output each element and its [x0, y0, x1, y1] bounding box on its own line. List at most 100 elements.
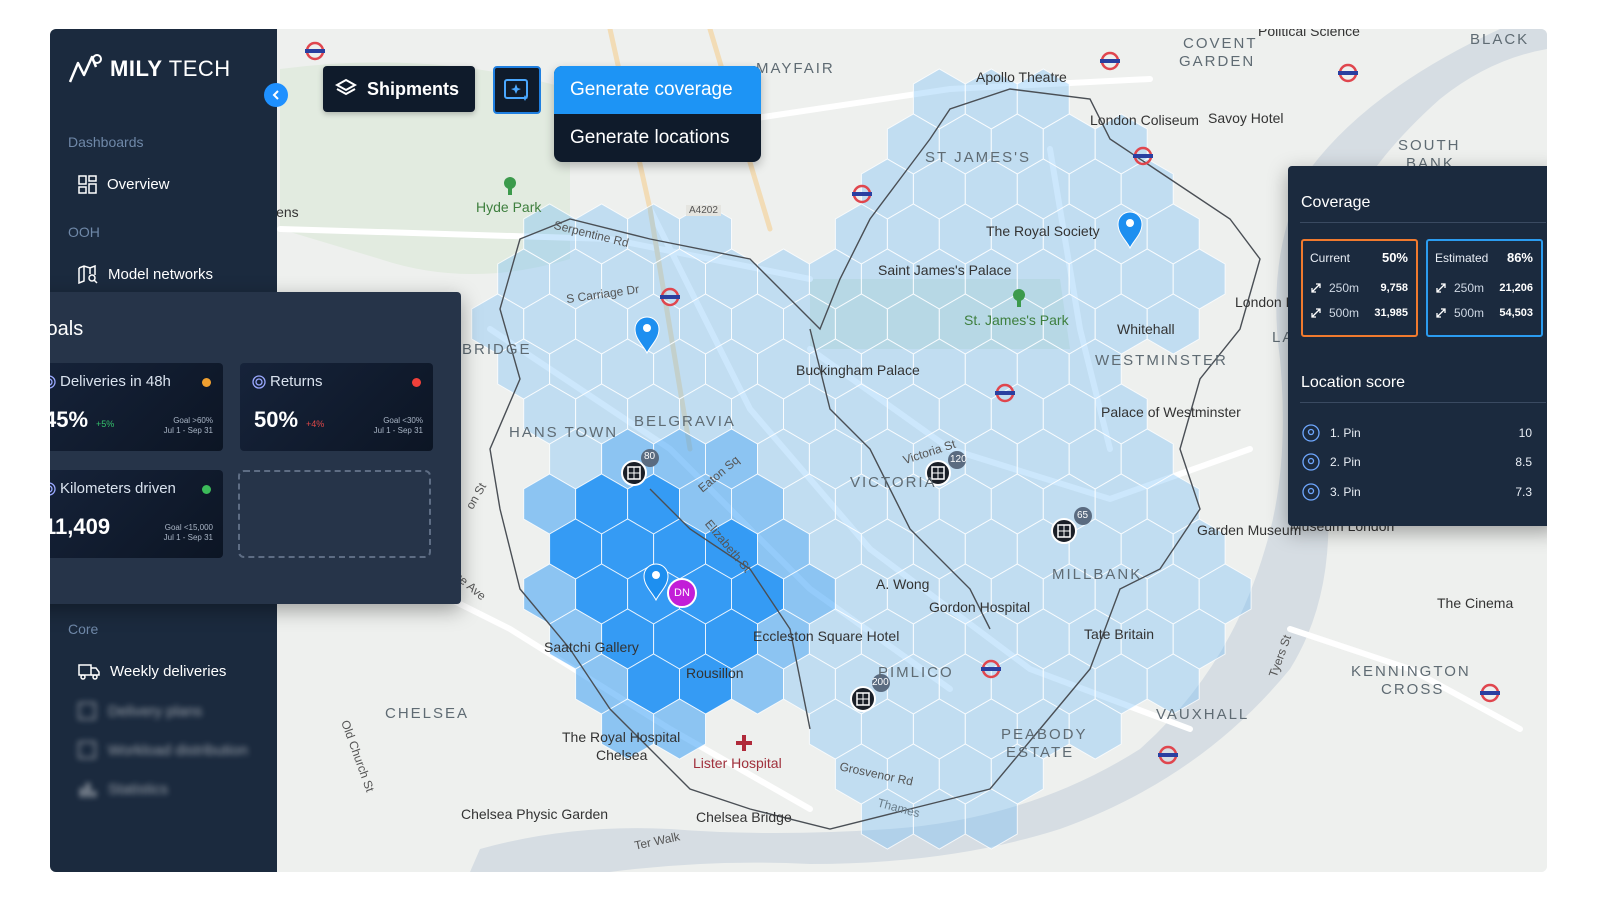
map-label-estate: ESTATE	[1006, 744, 1075, 761]
cluster-count: 65	[1077, 510, 1089, 521]
goal-card-delta: +5%	[96, 419, 115, 429]
sidebar-item-overview[interactable]: Overview	[78, 175, 170, 194]
cluster-count: 80	[644, 451, 656, 462]
sidebar-item-model-networks[interactable]: Model networks	[78, 265, 213, 284]
map-poi-chelsea-physic-garden: Chelsea Physic Garden	[461, 806, 609, 822]
brand-name-bold: MILY	[110, 56, 163, 81]
shipments-button[interactable]: Shipments	[323, 66, 475, 112]
menu-item-generate-locations[interactable]: Generate locations	[554, 114, 761, 162]
map-label-hans-town: HANS TOWN	[509, 424, 619, 441]
coverage-radius: 500m	[1454, 306, 1485, 320]
map-label-covent: COVENT	[1183, 35, 1258, 52]
shipments-label: Shipments	[367, 78, 460, 99]
location-score-row[interactable]: 2. Pin 8.5	[1302, 453, 1544, 471]
pin-icon	[1302, 483, 1320, 501]
network-icon	[78, 741, 96, 759]
map-poi-buckingham-palace: Buckingham Palace	[796, 362, 920, 378]
bar-chart-icon	[80, 783, 96, 797]
map-poi-a-wong: A. Wong	[876, 576, 930, 592]
coverage-value: 21,206	[1499, 282, 1533, 294]
goal-card-label: Returns	[270, 373, 323, 390]
sidebar-item-statistics[interactable]: Statistics	[78, 780, 168, 798]
map-label-kennington: KENNINGTON	[1351, 663, 1471, 680]
map-poi-whitehall: Whitehall	[1117, 321, 1175, 337]
sidebar-item-workload-distribution[interactable]: Workload distribution	[78, 741, 248, 759]
map-poi-royal-hospital-chelsea: Chelsea	[596, 747, 648, 763]
coverage-title: Coverage	[1301, 194, 1371, 211]
generate-menu-button[interactable]	[493, 66, 541, 114]
divider	[1300, 402, 1546, 403]
map-label-st-jamess: ST JAMES'S	[925, 149, 1031, 166]
sidebar-item-delivery-plans[interactable]: Delivery plans	[78, 702, 202, 720]
map-label-chelsea: CHELSEA	[385, 705, 470, 722]
brand-logo[interactable]: MILY TECH	[68, 53, 231, 85]
cluster-count: 200	[872, 677, 889, 688]
pin-icon	[1302, 453, 1320, 471]
sparkle-map-icon	[504, 79, 528, 101]
goal-card-header: Deliveries in 48h	[50, 373, 171, 390]
goal-card-target: Goal <15,000 Jul 1 - Sep 31	[164, 523, 213, 543]
coverage-estimated-box[interactable]: Estimated 86% 250m 21,206 500m 54,503	[1426, 239, 1543, 337]
map-poi-lister-hospital: Lister Hospital	[693, 755, 782, 771]
goal-card-header: Returns	[252, 373, 323, 390]
map-road-a4202: A4202	[686, 205, 721, 216]
expand-icon	[1436, 283, 1446, 293]
add-goal-placeholder[interactable]	[238, 470, 431, 558]
section-dashboards: Dashboards	[68, 134, 144, 150]
goal-card-value: 11,409	[50, 514, 111, 539]
coverage-current-box[interactable]: Current 50% 250m 9,758 500m 31,985	[1301, 239, 1418, 337]
goal-card-value: 50%	[254, 407, 299, 432]
app-window: MAYFAIR COVENT GARDEN BLACK SOUTH BANK S…	[50, 29, 1547, 872]
map-label-bridge: BRIDGE	[462, 341, 532, 358]
map-poi-st-jamess-palace: Saint James's Palace	[878, 262, 1012, 278]
goal-card-returns[interactable]: Returns 50% +4% Goal <30% Jul 1 - Sep 31	[240, 363, 433, 451]
truck-icon	[78, 664, 100, 680]
coverage-estimated-label: Estimated	[1435, 251, 1489, 265]
location-score-row[interactable]: 1. Pin 10	[1302, 424, 1544, 442]
goal-target: Goal <15,000	[164, 523, 213, 532]
map-label-peabody: PEABODY	[1001, 726, 1088, 743]
goal-card-label: Kilometers driven	[60, 480, 176, 497]
sidebar-item-label: Overview	[107, 176, 170, 193]
sidebar-item-weekly-deliveries[interactable]: Weekly deliveries	[78, 662, 226, 680]
goal-card-deliveries[interactable]: Deliveries in 48h 45% +5% Goal >60% Jul 1…	[50, 363, 223, 451]
goals-panel: Goals Deliveries in 48h 45% +5% Goal >60…	[50, 292, 461, 604]
menu-item-generate-coverage[interactable]: Generate coverage	[554, 66, 761, 114]
location-score-value: 10	[1518, 426, 1532, 440]
collapse-sidebar-button[interactable]	[264, 83, 288, 107]
coverage-radius: 250m	[1329, 281, 1360, 295]
status-dot	[202, 378, 211, 387]
goal-period: Jul 1 - Sep 31	[373, 426, 423, 435]
map-poi-eccleston-square-hotel: Eccleston Square Hotel	[753, 628, 900, 644]
map-label-belgravia: BELGRAVIA	[634, 413, 736, 430]
goal-target: Goal <30%	[383, 416, 423, 425]
coverage-radius: 250m	[1454, 281, 1485, 295]
location-score-label: 3. Pin	[1330, 485, 1361, 499]
map-label-westminster: WESTMINSTER	[1095, 352, 1228, 369]
location-score-label: 2. Pin	[1330, 455, 1361, 469]
location-score-row[interactable]: 3. Pin 7.3	[1302, 483, 1544, 501]
goal-card-target: Goal >60% Jul 1 - Sep 31	[164, 416, 213, 436]
avatar-initials[interactable]: DN	[674, 587, 690, 599]
generate-dropdown-menu: Generate coverage Generate locations	[554, 66, 761, 162]
coverage-value: 9,758	[1380, 282, 1408, 294]
goal-card-label: Deliveries in 48h	[60, 373, 171, 390]
goal-card-header: Kilometers driven	[50, 480, 176, 497]
brand-name: MILY TECH	[110, 56, 231, 82]
map-poi-gordon-hospital: Gordon Hospital	[929, 599, 1031, 615]
expand-icon	[1436, 308, 1446, 318]
map-poi-political-science: Political Science	[1258, 29, 1360, 39]
map-poi-hyde-park: Hyde Park	[476, 199, 542, 215]
goals-title: Goals	[50, 318, 84, 340]
sidebar-item-label: Statistics	[108, 780, 169, 798]
expand-icon	[1311, 308, 1321, 318]
brand-name-light: TECH	[168, 56, 231, 81]
goal-card-kilometers[interactable]: Kilometers driven 11,409 Goal <15,000 Jul…	[50, 470, 223, 558]
map-label-vauxhall: VAUXHALL	[1156, 706, 1250, 723]
coverage-radius: 500m	[1329, 306, 1360, 320]
pin-icon	[1302, 424, 1320, 442]
goal-card-target: Goal <30% Jul 1 - Sep 31	[374, 416, 423, 436]
coverage-value: 54,503	[1499, 307, 1533, 319]
coverage-current-pct: 50%	[1381, 250, 1408, 265]
sidebar-item-label: Weekly deliveries	[110, 662, 227, 680]
